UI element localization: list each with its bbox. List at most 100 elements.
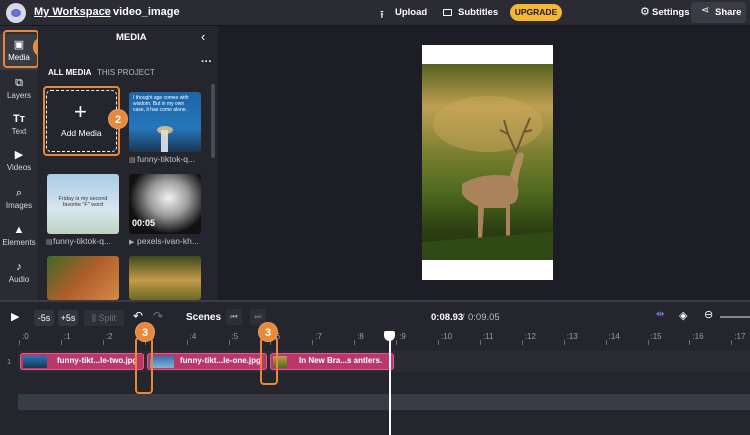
sidebar-item-images[interactable]: ⌕ Images [0, 182, 38, 218]
media-thumb-3[interactable]: 00:05 [129, 174, 201, 234]
callout-2: 2 [108, 109, 128, 129]
ruler-tick-label: :14 [608, 332, 620, 341]
forward-5s-button[interactable]: +5s [58, 310, 78, 326]
sidebar-item-label: Elements [2, 238, 36, 247]
ruler-tick [19, 340, 20, 345]
ruler-tick-label: :4 [189, 332, 197, 341]
deer-image[interactable] [422, 64, 553, 260]
ruler-tick [521, 340, 523, 345]
ruler-tick [396, 340, 398, 345]
sidebar-item-label: Layers [6, 91, 31, 100]
upgrade-button[interactable]: UPGRADE [510, 4, 562, 21]
sidebar-item-text[interactable]: Tт Text [0, 108, 38, 144]
timeline-clip-1[interactable]: funny-tikt...le-two.jpg [20, 353, 144, 370]
ruler-tick-label: :9 [399, 332, 406, 341]
ruler-tick [605, 340, 607, 345]
timeline-clip-2[interactable]: funny-tikt...le-one.jpg [147, 353, 267, 370]
redo-icon[interactable]: ↷ [153, 309, 163, 323]
zoom-out-icon[interactable]: ⊖ [704, 308, 713, 321]
undo-icon[interactable]: ↶ [133, 309, 143, 323]
subtitles-button[interactable]: Subtitles [458, 7, 498, 18]
media-thumb-5[interactable] [129, 256, 201, 300]
ruler-tick-label: :5 [231, 332, 239, 341]
media-panel-title: MEDIA [116, 32, 147, 43]
sidebar-item-label: Images [5, 201, 33, 210]
track-number: 1 [7, 357, 12, 366]
upload-button[interactable]: Upload [395, 7, 427, 18]
top-bar: My Workspace › video_image ⭱ Upload Subt… [0, 0, 750, 26]
zoom-slider[interactable] [720, 316, 750, 318]
ruler-tick [647, 340, 649, 345]
deer-illustration-icon [422, 96, 553, 260]
fit-timeline-icon[interactable]: ⇹ [656, 309, 664, 320]
clip-label: In New Bra...s antlers. [299, 356, 383, 365]
timeline-clip-3[interactable]: In New Bra...s antlers. [270, 353, 394, 370]
sidebar-item-videos[interactable]: ▶ Videos [0, 144, 38, 180]
ruler-tick [102, 340, 104, 345]
split-label: Split [98, 313, 117, 323]
canvas-area [218, 26, 750, 300]
collapse-panel-icon[interactable]: ‹ [201, 29, 205, 44]
project-name[interactable]: video_image [113, 6, 180, 18]
media-image-icon: ▤ [46, 239, 53, 246]
ruler-tick-label: :1 [63, 332, 71, 341]
ruler-tick-label: :2 [105, 332, 113, 341]
tab-this-project[interactable]: THIS PROJECT [97, 68, 155, 77]
media-thumb-2[interactable]: Friday is my second favorite "F" word [47, 174, 119, 234]
snap-icon[interactable]: ◈ [679, 309, 687, 322]
play-button[interactable]: ▶ [11, 310, 19, 323]
ruler-tick [186, 340, 188, 345]
sidebar-item-layers[interactable]: ⧉ Layers [0, 72, 38, 108]
time-separator: / [462, 312, 465, 323]
breadcrumb-separator: › [104, 5, 108, 17]
logo-avatar[interactable] [6, 3, 26, 23]
settings-button[interactable]: Settings [652, 7, 689, 18]
split-button[interactable]: ⫼ Split [84, 310, 124, 326]
clip-thumbnail [23, 356, 47, 368]
tab-all-media[interactable]: ALL MEDIA [48, 68, 91, 77]
panel-scrollbar[interactable] [211, 84, 215, 158]
ruler-tick [228, 340, 230, 345]
callout-3b: 3 [258, 322, 278, 342]
share-button[interactable]: ⋖ Share [691, 2, 746, 23]
sidebar-item-label: Text [11, 127, 27, 136]
thumb-overlay-text: I thought age comes with wisdom. But in … [133, 95, 189, 113]
ruler-tick [563, 340, 565, 345]
ruler-tick-label: :12 [524, 332, 536, 341]
media-image-icon: ▤ [129, 157, 136, 164]
upload-icon: ⭱ [380, 9, 384, 21]
media-thumb-1-label: funny-tiktok-q... [137, 154, 196, 164]
thumb-overlay-text: Friday is my second favorite "F" word [58, 196, 108, 208]
ruler-tick [689, 340, 691, 345]
images-icon: ⌕ [15, 187, 23, 199]
more-options-icon[interactable]: ··· [201, 56, 212, 68]
sidebar-item-label: Audio [8, 275, 30, 284]
media-thumb-4[interactable] [47, 256, 119, 300]
audio-icon: ♪ [16, 261, 22, 273]
ruler-tick [60, 340, 62, 345]
prev-scene-button[interactable]: ⏮ [226, 309, 242, 325]
ruler-tick-label: :16 [692, 332, 704, 341]
lighthouse-glow [157, 126, 173, 134]
ruler-tick-label: :15 [650, 332, 662, 341]
subtitles-icon [443, 9, 452, 16]
sidebar-item-elements[interactable]: ▲ Elements [0, 219, 38, 255]
video-duration: 00:05 [132, 218, 156, 228]
ruler-tick [731, 340, 733, 345]
media-thumb-1[interactable]: I thought age comes with wisdom. But in … [129, 92, 201, 152]
back-5s-button[interactable]: -5s [34, 310, 54, 326]
ruler-tick-label: :8 [357, 332, 364, 341]
playhead-line [389, 336, 391, 435]
share-label: Share [715, 7, 742, 18]
ruler-tick-label: :17 [734, 332, 746, 341]
workspace-link[interactable]: My Workspace [34, 6, 111, 18]
elements-icon: ▲ [13, 224, 25, 236]
sidebar-item-audio[interactable]: ♪ Audio [0, 256, 38, 292]
clip-thumbnail [150, 356, 174, 368]
text-icon: Tт [12, 113, 26, 125]
media-thumb-3-label: pexels-ivan-kh... [137, 236, 199, 246]
video-canvas[interactable] [422, 45, 553, 280]
videos-icon: ▶ [14, 149, 24, 161]
clip-label: funny-tikt...le-two.jpg [57, 356, 138, 365]
ruler-tick-label: :13 [566, 332, 578, 341]
